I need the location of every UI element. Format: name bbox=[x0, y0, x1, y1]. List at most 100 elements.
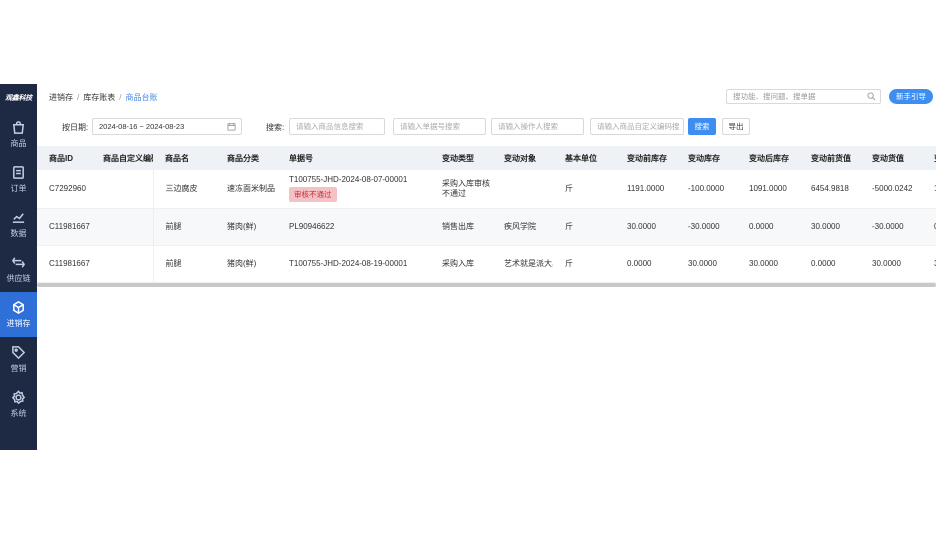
main-content: 进销存 / 库存账表 / 商品台账 搜功能、搜问题、搜单据 新手引导 按日期: … bbox=[37, 84, 936, 450]
sidebar-item-label: 数据 bbox=[10, 229, 27, 238]
cell-before-value: 0.0000 bbox=[799, 245, 860, 283]
column-header: 变动货值 bbox=[860, 146, 922, 170]
cell-product-id: C11981667 bbox=[37, 208, 91, 246]
sidebar-item-label: 营销 bbox=[10, 364, 27, 373]
table-row[interactable]: C11981667 前腿 猪肉(鲜) PL90946622 销售出库 疾风学院 … bbox=[37, 208, 936, 246]
breadcrumb-item-stock-ledger[interactable]: 库存账表 bbox=[83, 92, 115, 103]
column-header: 商品名 bbox=[153, 146, 215, 170]
cell-before-stock: 1191.0000 bbox=[615, 170, 676, 209]
cell-before-value: 6454.9818 bbox=[799, 170, 860, 209]
bill-no-placeholder: 请输入单据号搜索 bbox=[400, 122, 460, 131]
column-header: 变动前货值 bbox=[799, 146, 860, 170]
sidebar-item-data[interactable]: 数据 bbox=[0, 202, 37, 247]
sidebar-item-orders[interactable]: 订单 bbox=[0, 157, 37, 202]
date-filter-label: 按日期: bbox=[62, 123, 89, 132]
breadcrumb-separator: / bbox=[119, 92, 122, 102]
sidebar-item-marketing[interactable]: 营销 bbox=[0, 337, 37, 382]
shopping-bag-icon bbox=[12, 121, 25, 134]
table-row[interactable]: C7292960 三边腐皮 速冻面米制品 T100755-JHD-2024-08… bbox=[37, 170, 936, 209]
cell-product-id: C11981667 bbox=[37, 245, 91, 283]
cell-before-value: 30.0000 bbox=[799, 208, 860, 246]
custom-code-placeholder: 请输入商品自定义编码搜 bbox=[597, 122, 680, 131]
column-header: 变动后库存 bbox=[737, 146, 799, 170]
breadcrumb-item-inventory[interactable]: 进销存 bbox=[49, 92, 73, 103]
cell-extra: 0 bbox=[922, 208, 936, 246]
global-search-input[interactable]: 搜功能、搜问题、搜单据 bbox=[726, 89, 881, 104]
cell-change-type: 采购入库 bbox=[430, 245, 492, 283]
sidebar-item-system[interactable]: 系统 bbox=[0, 382, 37, 427]
cell-unit: 斤 bbox=[553, 245, 615, 283]
horizontal-scrollbar[interactable] bbox=[37, 283, 936, 287]
operator-placeholder: 请输入操作人搜索 bbox=[498, 122, 558, 131]
app-window: 观鑫科技 商品 订单 数据 供应链 进销存 营销 系统 进销存 / 库存账表 /… bbox=[0, 84, 936, 450]
cell-target: 艺术就是派大星 bbox=[492, 245, 553, 283]
column-header: 变动库存 bbox=[676, 146, 737, 170]
brand-logo[interactable]: 观鑫科技 bbox=[0, 84, 37, 112]
sidebar-item-label: 订单 bbox=[10, 184, 27, 193]
cell-change-stock: -30.0000 bbox=[676, 208, 737, 246]
product-info-placeholder: 请输入商品信息搜索 bbox=[296, 122, 364, 131]
cell-change-stock: 30.0000 bbox=[676, 245, 737, 283]
sidebar-item-label: 系统 bbox=[10, 409, 27, 418]
sidebar-item-label: 供应链 bbox=[6, 274, 31, 283]
order-document-icon bbox=[13, 166, 24, 179]
cell-product-id: C7292960 bbox=[37, 170, 91, 209]
column-header: 单据号 bbox=[277, 146, 430, 170]
operator-search-input[interactable]: 请输入操作人搜索 bbox=[491, 118, 584, 135]
cell-product-name: 前腿 bbox=[153, 245, 215, 283]
column-header: 基本单位 bbox=[553, 146, 615, 170]
cell-change-value: 30.0000 bbox=[860, 245, 922, 283]
cell-bill-no[interactable]: T100755-JHD-2024-08-07-00001 bbox=[289, 175, 430, 184]
column-header: 商品ID bbox=[37, 146, 91, 170]
breadcrumb-item-product-ledger: 商品台账 bbox=[125, 92, 158, 102]
date-range-input[interactable]: 2024-08-16 ~ 2024-08-23 bbox=[92, 118, 242, 135]
cell-bill-no[interactable]: T100755-JHD-2024-08-19-00001 bbox=[277, 245, 430, 283]
cell-before-stock: 30.0000 bbox=[615, 208, 676, 246]
cell-unit: 斤 bbox=[553, 208, 615, 246]
cell-target: 疾风学院 bbox=[492, 208, 553, 246]
guide-button[interactable]: 新手引导 bbox=[889, 89, 933, 104]
cell-before-stock: 0.0000 bbox=[615, 245, 676, 283]
sidebar-item-goods[interactable]: 商品 bbox=[0, 112, 37, 157]
search-button[interactable]: 搜索 bbox=[688, 118, 716, 135]
cell-change-stock: -100.0000 bbox=[676, 170, 737, 209]
cell-change-type: 销售出库 bbox=[430, 208, 492, 246]
cell-extra: 3 bbox=[922, 245, 936, 283]
cell-after-stock: 30.0000 bbox=[737, 245, 799, 283]
column-header: 商品分类 bbox=[215, 146, 277, 170]
ledger-table: 商品ID 商品自定义编码 商品名 商品分类 单据号 变动类型 变动对象 基本单位… bbox=[37, 146, 936, 283]
table-header-row: 商品ID 商品自定义编码 商品名 商品分类 单据号 变动类型 变动对象 基本单位… bbox=[37, 146, 936, 170]
gear-icon bbox=[11, 390, 26, 405]
breadcrumb: 进销存 / 库存账表 / 商品台账 bbox=[49, 92, 157, 103]
breadcrumb-separator: / bbox=[77, 92, 80, 102]
top-bar: 进销存 / 库存账表 / 商品台账 搜功能、搜问题、搜单据 新手引导 bbox=[37, 84, 936, 110]
bill-no-search-input[interactable]: 请输入单据号搜索 bbox=[393, 118, 486, 135]
cell-product-name: 三边腐皮 bbox=[153, 170, 215, 209]
exchange-arrows-icon bbox=[11, 257, 26, 268]
table-row[interactable]: C11981667 前腿 猪肉(鲜) T100755-JHD-2024-08-1… bbox=[37, 245, 936, 283]
column-header: 变动对象 bbox=[492, 146, 553, 170]
cell-custom-code bbox=[91, 245, 154, 283]
cell-change-value: -5000.0242 bbox=[860, 170, 922, 209]
sidebar-item-inventory[interactable]: 进销存 bbox=[0, 292, 37, 337]
cell-bill-no[interactable]: PL90946622 bbox=[277, 208, 430, 246]
cell-category: 速冻面米制品 bbox=[215, 170, 277, 209]
tag-icon bbox=[12, 346, 26, 360]
date-range-value: 2024-08-16 ~ 2024-08-23 bbox=[99, 122, 185, 131]
cell-extra: 1 bbox=[922, 170, 936, 209]
cell-change-type: 采购入库审核不通过 bbox=[430, 170, 492, 209]
sidebar-item-label: 进销存 bbox=[6, 319, 31, 328]
custom-code-search-input[interactable]: 请输入商品自定义编码搜 bbox=[590, 118, 684, 135]
sidebar-item-supply-chain[interactable]: 供应链 bbox=[0, 247, 37, 292]
cell-target bbox=[492, 170, 553, 209]
cell-custom-code bbox=[91, 170, 154, 209]
status-badge: 审核不通过 bbox=[289, 187, 337, 203]
product-info-search-input[interactable]: 请输入商品信息搜索 bbox=[289, 118, 385, 135]
search-icon[interactable] bbox=[867, 92, 876, 101]
cell-after-stock: 1091.0000 bbox=[737, 170, 799, 209]
sidebar: 观鑫科技 商品 订单 数据 供应链 进销存 营销 系统 bbox=[0, 84, 37, 450]
export-button[interactable]: 导出 bbox=[722, 118, 750, 135]
cell-custom-code bbox=[91, 208, 154, 246]
column-header: 商品自定义编码 bbox=[91, 146, 153, 170]
calendar-icon[interactable] bbox=[227, 122, 236, 131]
